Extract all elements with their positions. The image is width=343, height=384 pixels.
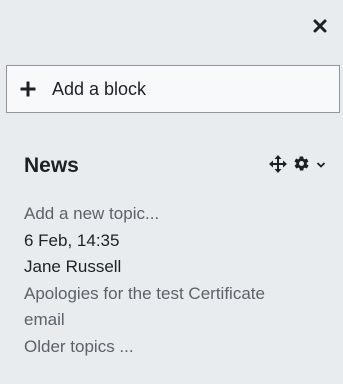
close-icon bbox=[313, 19, 327, 33]
block-title: News bbox=[24, 154, 79, 177]
post-date: 6 Feb, 14:35 bbox=[24, 230, 120, 250]
news-block: News Add a new topic... 6 Feb, 14:35 Jan… bbox=[24, 152, 330, 360]
add-new-topic-link[interactable]: Add a new topic... bbox=[24, 201, 330, 228]
gear-icon[interactable] bbox=[293, 155, 310, 177]
plus-icon bbox=[20, 81, 36, 97]
news-block-content: Add a new topic... 6 Feb, 14:35 Jane Rus… bbox=[24, 201, 330, 360]
add-block-button[interactable]: Add a block bbox=[6, 65, 340, 113]
block-controls bbox=[269, 154, 326, 178]
post-author: Jane Russell bbox=[24, 257, 122, 276]
move-icon[interactable] bbox=[269, 154, 287, 178]
close-drawer-button[interactable] bbox=[313, 18, 327, 34]
chevron-down-icon[interactable] bbox=[316, 157, 326, 175]
post-subject-link[interactable]: Apologies for the test Certificate email bbox=[24, 281, 294, 334]
news-block-header: News bbox=[24, 152, 330, 180]
add-block-label: Add a block bbox=[52, 78, 147, 99]
older-topics-link[interactable]: Older topics ... bbox=[24, 334, 330, 361]
